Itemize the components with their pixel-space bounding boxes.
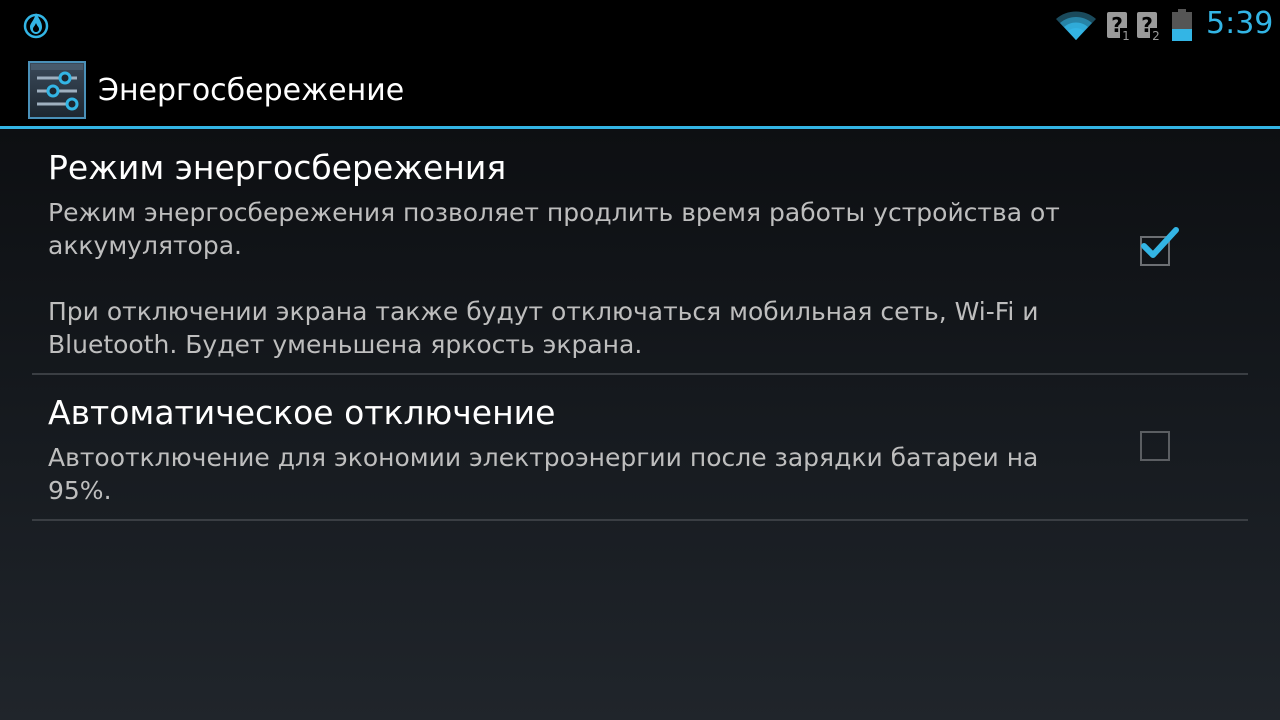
auto-off-row[interactable] xyxy=(32,375,1248,519)
battery-icon xyxy=(1172,9,1192,41)
list-divider xyxy=(32,519,1248,521)
page-title: Энергосбережение xyxy=(98,73,405,108)
settings-sliders-icon[interactable] xyxy=(28,61,86,119)
wifi-icon xyxy=(1056,11,1096,40)
sim-1-unknown-icon: ? 1 xyxy=(1107,12,1132,42)
action-bar: Энергосбережение xyxy=(0,51,1280,127)
sim-2-unknown-icon: ? 2 xyxy=(1137,12,1162,42)
svg-text:1: 1 xyxy=(1122,29,1130,42)
flame-notification-icon[interactable] xyxy=(20,9,52,41)
status-bar: ? 1 ? 2 5:39 xyxy=(0,0,1280,50)
status-clock: 5:39 xyxy=(1206,6,1274,41)
svg-text:2: 2 xyxy=(1152,29,1160,42)
power-saving-row[interactable] xyxy=(32,131,1248,373)
